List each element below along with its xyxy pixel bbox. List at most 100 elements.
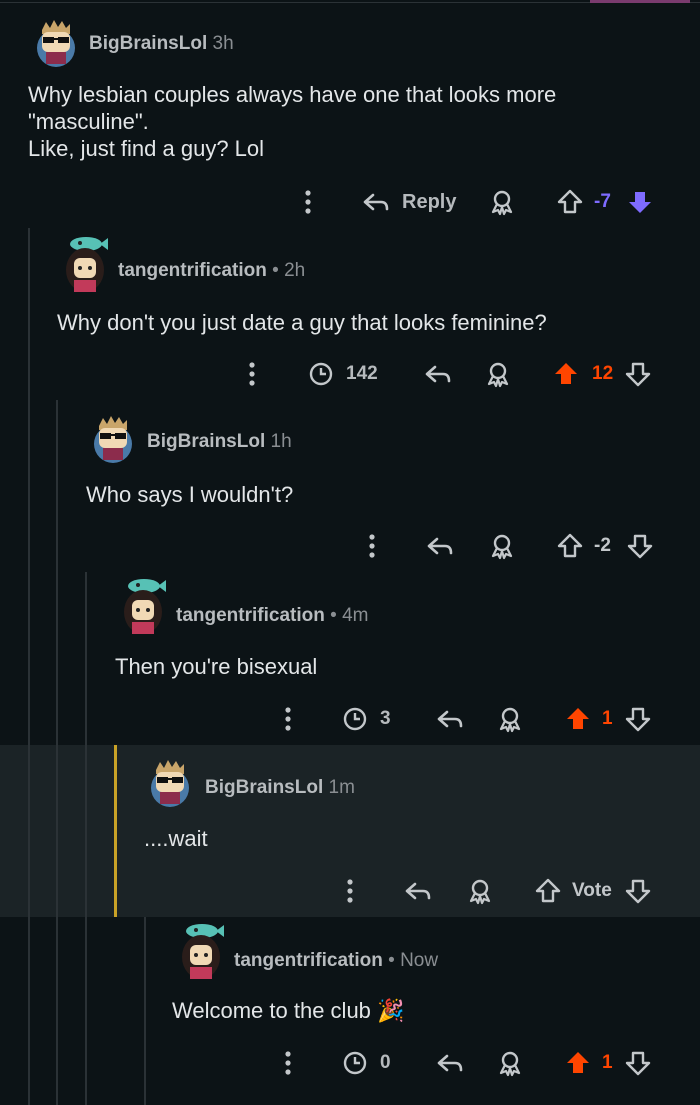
upvote-button[interactable] (534, 874, 562, 908)
comment-body: Why lesbian couples always have one that… (28, 82, 557, 161)
more-options-icon (347, 879, 353, 903)
separator: • (330, 605, 337, 626)
upvote-button[interactable] (556, 529, 584, 563)
award-button[interactable] (484, 357, 512, 391)
award-button[interactable] (488, 185, 516, 219)
clock-icon (343, 1051, 367, 1075)
award-button[interactable] (496, 1046, 524, 1080)
more-options-button[interactable] (280, 1046, 296, 1080)
thread-line-2[interactable] (56, 400, 58, 1105)
reply-button[interactable] (436, 1046, 464, 1080)
more-options-button[interactable] (364, 529, 380, 563)
downvote-button[interactable] (624, 357, 652, 391)
award-count-button[interactable]: 0 (342, 1046, 391, 1080)
downvote-icon (625, 879, 651, 904)
avatar[interactable] (176, 921, 224, 979)
more-options-button[interactable] (342, 874, 358, 908)
reply-button[interactable] (424, 357, 452, 391)
award-count-button[interactable]: 3 (342, 702, 391, 736)
vote-score: 12 (592, 363, 614, 384)
sunglasses-avatar-icon (151, 760, 189, 807)
reply-label: Reply (402, 190, 457, 213)
more-options-icon (369, 534, 375, 558)
award-icon (491, 534, 513, 560)
timestamp: 3h (212, 33, 234, 54)
sunglasses-avatar-icon (94, 416, 132, 463)
avatar[interactable] (118, 576, 166, 634)
comment-meta: tangentrification • 2h (118, 260, 305, 282)
reply-icon (437, 1054, 463, 1072)
avatar[interactable] (89, 404, 133, 463)
more-options-button[interactable] (300, 185, 316, 219)
vote-score: 1 (602, 1052, 613, 1073)
reply-icon (427, 537, 453, 555)
more-options-button[interactable] (244, 357, 260, 391)
timestamp: 2h (284, 260, 306, 281)
comment-actions: 3 1 (0, 702, 700, 736)
username[interactable]: BigBrainsLol (205, 777, 323, 798)
fish-hat-avatar-icon (124, 579, 166, 634)
downvote-icon (625, 707, 651, 732)
username[interactable]: BigBrainsLol (147, 431, 265, 452)
award-icon (499, 707, 521, 733)
comment-body: Then you're bisexual (115, 654, 318, 679)
comment-actions: 142 12 (0, 357, 700, 391)
comment-body: Why don't you just date a guy that looks… (57, 310, 547, 335)
comment-actions: Reply -7 (0, 185, 700, 219)
comment-actions: Vote (0, 874, 700, 908)
upvote-icon (567, 1052, 589, 1073)
reply-button[interactable] (404, 874, 432, 908)
clock-icon (309, 362, 333, 386)
vote-score: -2 (594, 535, 611, 556)
reply-button[interactable] (436, 702, 464, 736)
award-button[interactable] (488, 529, 516, 563)
top-accent-stripe (590, 0, 690, 3)
upvote-button[interactable] (556, 185, 584, 219)
more-options-button[interactable] (280, 702, 296, 736)
vote-score: -7 (594, 191, 611, 212)
reply-icon (425, 365, 451, 383)
downvote-button[interactable] (624, 874, 652, 908)
username[interactable]: BigBrainsLol (89, 33, 207, 54)
upvote-button[interactable] (552, 357, 580, 391)
comment-actions: -2 (0, 529, 700, 563)
award-button[interactable] (466, 874, 494, 908)
upvote-button[interactable] (564, 1046, 592, 1080)
upvote-icon (557, 533, 583, 558)
comment-meta: BigBrainsLol 3h (89, 33, 234, 55)
downvote-button[interactable] (626, 185, 654, 219)
timestamp: 1m (328, 777, 355, 798)
separator: • (388, 950, 395, 971)
avatar[interactable] (32, 18, 76, 67)
upvote-icon (535, 878, 561, 903)
avatar[interactable] (60, 234, 108, 292)
downvote-button[interactable] (626, 529, 654, 563)
reply-button[interactable] (426, 529, 454, 563)
award-icon (499, 1051, 521, 1077)
downvote-button[interactable] (624, 702, 652, 736)
more-options-icon (285, 1051, 291, 1075)
downvote-icon (625, 1051, 651, 1076)
vote-score: 1 (602, 708, 613, 729)
comment-meta: BigBrainsLol 1m (205, 777, 355, 799)
award-count-button[interactable]: 142 (308, 357, 378, 391)
sunglasses-avatar-icon (37, 20, 75, 67)
comment-actions: 0 1 (0, 1046, 700, 1080)
reply-button[interactable]: Reply (362, 185, 456, 219)
username[interactable]: tangentrification (118, 260, 267, 281)
reply-icon (405, 882, 431, 900)
downvote-icon (625, 362, 651, 387)
fish-hat-avatar-icon (66, 237, 108, 292)
thread-line-3[interactable] (85, 572, 87, 1105)
avatar[interactable] (146, 748, 190, 807)
award-button[interactable] (496, 702, 524, 736)
timestamp: 1h (270, 431, 292, 452)
clock-icon (343, 707, 367, 731)
username[interactable]: tangentrification (176, 605, 325, 626)
award-icon (487, 362, 509, 388)
username[interactable]: tangentrification (234, 950, 383, 971)
award-count: 142 (346, 363, 378, 384)
award-count: 0 (380, 1052, 391, 1073)
upvote-button[interactable] (564, 702, 592, 736)
downvote-button[interactable] (624, 1046, 652, 1080)
